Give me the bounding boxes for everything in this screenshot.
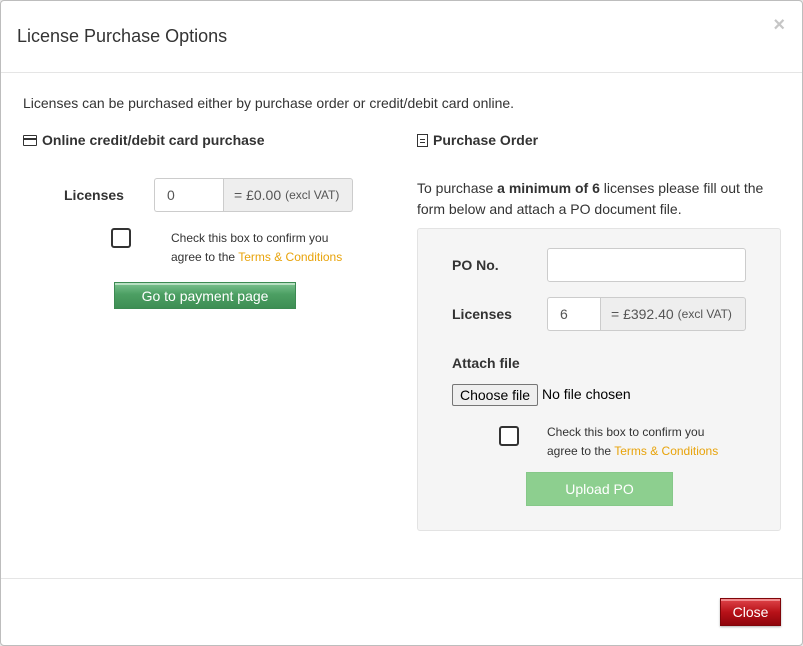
- online-purchase-title-text: Online credit/debit card purchase: [42, 132, 265, 148]
- po-licenses-input[interactable]: [547, 297, 600, 331]
- file-status: No file chosen: [542, 386, 631, 402]
- close-icon[interactable]: ×: [773, 15, 785, 35]
- online-terms-checkbox[interactable]: [111, 228, 131, 248]
- po-intro-bold: a minimum of 6: [497, 180, 600, 196]
- modal-title: License Purchase Options: [17, 26, 228, 46]
- attach-file-label: Attach file: [452, 355, 520, 371]
- po-terms-link[interactable]: Terms & Conditions: [614, 444, 718, 458]
- online-licenses-label: Licenses: [64, 187, 124, 203]
- online-terms-link[interactable]: Terms & Conditions: [238, 250, 342, 264]
- go-to-payment-button[interactable]: Go to payment page: [114, 282, 296, 309]
- po-price: = £392.40: [611, 306, 674, 322]
- po-terms-checkbox[interactable]: [499, 426, 519, 446]
- modal-footer-divider: [1, 578, 802, 579]
- po-terms-text: Check this box to confirm you agree to t…: [547, 423, 727, 461]
- modal-header: License Purchase Options ×: [1, 1, 802, 73]
- online-price-addon: = £0.00 (excl VAT): [223, 178, 353, 212]
- online-purchase-title: Online credit/debit card purchase: [23, 132, 265, 148]
- po-number-label: PO No.: [452, 257, 499, 273]
- online-price-note: (excl VAT): [285, 188, 340, 202]
- po-intro-before: To purchase: [417, 180, 498, 196]
- upload-po-button[interactable]: Upload PO: [526, 472, 673, 506]
- po-price-note: (excl VAT): [677, 307, 732, 321]
- po-number-input[interactable]: [547, 248, 746, 282]
- po-licenses-label: Licenses: [452, 306, 512, 322]
- online-price: = £0.00: [234, 187, 282, 203]
- credit-card-icon: [23, 134, 37, 146]
- po-intro-text: To purchase a minimum of 6 licenses plea…: [417, 178, 777, 220]
- purchase-order-title-text: Purchase Order: [433, 132, 539, 148]
- po-licenses-group: = £392.40 (excl VAT): [547, 297, 746, 331]
- po-price-addon: = £392.40 (excl VAT): [600, 297, 746, 331]
- purchase-order-title: Purchase Order: [417, 132, 538, 148]
- document-icon: [417, 133, 428, 147]
- license-purchase-modal: License Purchase Options × Licenses can …: [0, 0, 803, 646]
- intro-text: Licenses can be purchased either by purc…: [23, 95, 515, 111]
- choose-file-button[interactable]: Choose file: [452, 384, 538, 406]
- online-licenses-group: = £0.00 (excl VAT): [154, 178, 353, 212]
- online-licenses-input[interactable]: [154, 178, 223, 212]
- close-button[interactable]: Close: [720, 598, 781, 626]
- online-terms-text: Check this box to confirm you agree to t…: [171, 229, 346, 267]
